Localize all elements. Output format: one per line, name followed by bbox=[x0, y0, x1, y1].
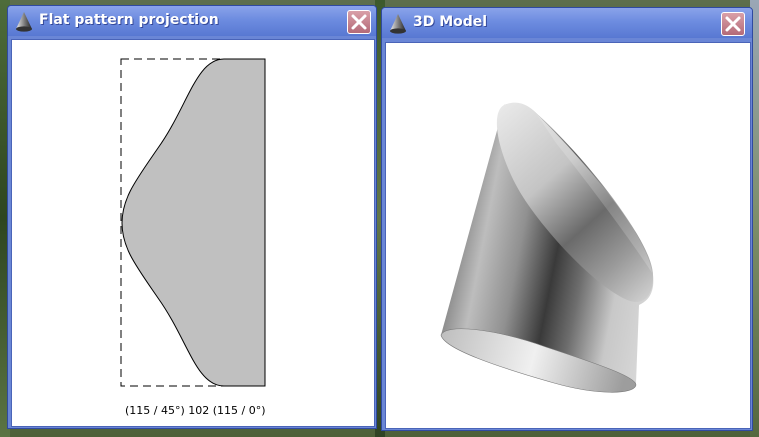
close-icon bbox=[351, 14, 367, 30]
flat-pattern-titlebar[interactable]: Flat pattern projection bbox=[8, 6, 376, 36]
close-button[interactable] bbox=[347, 10, 371, 34]
3d-cylinder-model bbox=[440, 102, 654, 393]
pattern-shape bbox=[121, 58, 266, 387]
window-title: 3D Model bbox=[413, 14, 488, 30]
flat-pattern-drawing bbox=[120, 58, 266, 387]
cone-icon bbox=[387, 13, 409, 35]
cone-icon bbox=[13, 11, 35, 33]
window-title: Flat pattern projection bbox=[39, 12, 219, 28]
flat-pattern-window[interactable]: Flat pattern projection (115 / 45°) 102 … bbox=[7, 5, 377, 429]
close-icon bbox=[725, 16, 741, 32]
3d-model-viewport[interactable] bbox=[385, 42, 751, 429]
3d-model-titlebar[interactable]: 3D Model bbox=[382, 8, 752, 38]
coordinate-label: (115 / 45°) 102 (115 / 0°) bbox=[125, 404, 266, 417]
3d-model-window[interactable]: 3D Model bbox=[381, 7, 753, 431]
flat-pattern-canvas: (115 / 45°) 102 (115 / 0°) bbox=[11, 39, 375, 427]
close-button[interactable] bbox=[721, 12, 745, 36]
